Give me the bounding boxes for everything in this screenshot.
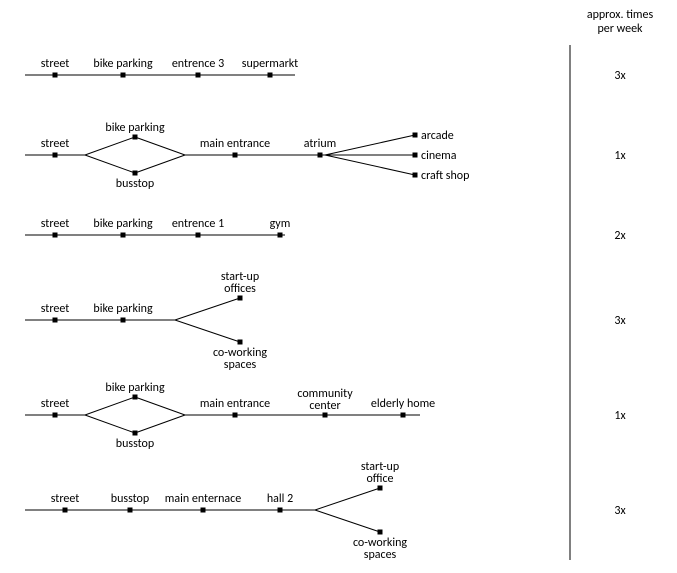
node-marker	[238, 296, 243, 301]
path-line	[85, 415, 135, 433]
node-marker	[196, 73, 201, 78]
node-label: bike parking	[93, 57, 153, 71]
node-marker	[121, 318, 126, 323]
node-marker	[53, 73, 58, 78]
node-label: street	[41, 397, 70, 411]
node-marker	[413, 133, 418, 138]
path-line	[315, 488, 380, 510]
node-marker	[53, 153, 58, 158]
node-label: offices	[224, 282, 256, 296]
frequency-value: 3x	[614, 314, 626, 328]
path-line	[85, 155, 135, 173]
node-marker	[201, 508, 206, 513]
route-diagram: approx. timesper week 3x street bike parkin…	[0, 0, 677, 569]
node-marker	[278, 508, 283, 513]
path-line	[85, 397, 135, 415]
node-label: elderly home	[371, 397, 435, 411]
path-line	[135, 397, 185, 415]
node-label: street	[41, 137, 70, 151]
node-label: street	[41, 57, 70, 71]
node-marker	[401, 413, 406, 418]
node-marker	[413, 173, 418, 178]
node-marker	[196, 233, 201, 238]
node-marker	[63, 508, 68, 513]
node-label: craft shop	[421, 169, 469, 183]
node-label: entrence 1	[172, 217, 224, 231]
frequency-value: 1x	[614, 149, 626, 163]
node-label: cinema	[421, 149, 457, 163]
node-label: spaces	[364, 548, 397, 562]
node-label: entrence 3	[172, 57, 224, 71]
header-line2: per week	[597, 22, 643, 36]
header-line1: approx. times	[587, 8, 654, 22]
node-label: spaces	[224, 358, 257, 372]
path-line	[135, 415, 185, 433]
frequency-value: 1x	[614, 409, 626, 423]
node-label: bike parking	[105, 381, 165, 395]
path-line	[325, 135, 415, 155]
node-label: hall 2	[267, 492, 293, 506]
node-label: supermarkt	[242, 57, 298, 71]
node-label: arcade	[421, 129, 454, 143]
path-line	[135, 155, 185, 173]
node-marker	[378, 530, 383, 535]
frequency-value: 3x	[614, 504, 626, 518]
node-label: bike parking	[105, 121, 165, 135]
path-line	[325, 155, 415, 175]
node-marker	[53, 318, 58, 323]
node-label: main enternace	[165, 492, 241, 506]
node-marker	[121, 73, 126, 78]
node-marker	[268, 73, 273, 78]
node-marker	[278, 233, 283, 238]
node-marker	[233, 413, 238, 418]
node-marker	[53, 413, 58, 418]
node-marker	[323, 413, 328, 418]
node-marker	[133, 431, 138, 436]
node-label: bike parking	[93, 302, 153, 316]
node-label: gym	[270, 217, 291, 231]
node-marker	[238, 340, 243, 345]
node-marker	[413, 153, 418, 158]
path-line	[175, 320, 240, 342]
node-marker	[233, 153, 238, 158]
node-label: center	[309, 399, 340, 413]
node-label: busstop	[111, 492, 149, 506]
node-label: main entrance	[200, 397, 270, 411]
path-line	[85, 137, 135, 155]
node-marker	[128, 508, 133, 513]
node-marker	[133, 395, 138, 400]
node-marker	[133, 135, 138, 140]
node-label: atrium	[304, 137, 336, 151]
node-label: main entrance	[200, 137, 270, 151]
node-marker	[133, 171, 138, 176]
node-label: office	[366, 472, 393, 486]
node-label: street	[51, 492, 80, 506]
node-label: street	[41, 302, 70, 316]
frequency-value: 2x	[614, 229, 626, 243]
node-marker	[53, 233, 58, 238]
node-label: bike parking	[93, 217, 153, 231]
path-line	[175, 298, 240, 320]
node-label: busstop	[116, 437, 154, 451]
path-line	[135, 137, 185, 155]
node-marker	[378, 486, 383, 491]
node-label: street	[41, 217, 70, 231]
node-marker	[318, 153, 323, 158]
frequency-value: 3x	[614, 69, 626, 83]
node-marker	[121, 233, 126, 238]
node-label: busstop	[116, 177, 154, 191]
path-line	[315, 510, 380, 532]
